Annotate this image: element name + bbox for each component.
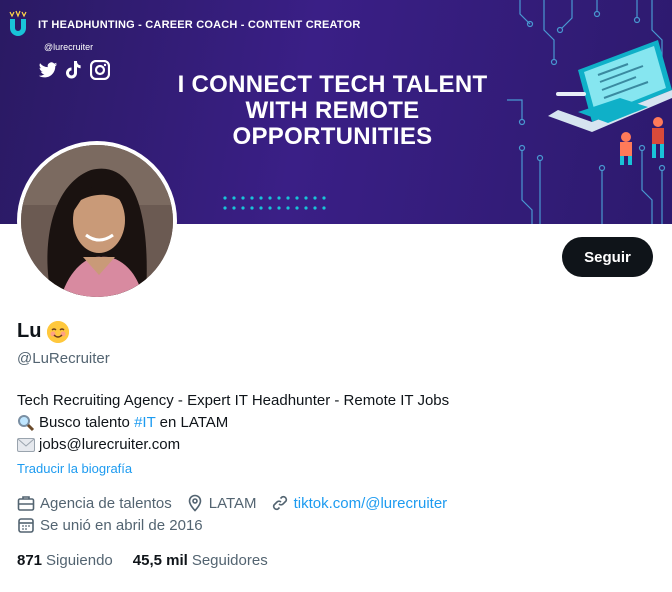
- laptop-illustration: [548, 40, 672, 165]
- meta-location: LATAM: [186, 494, 257, 512]
- envelope-icon: [17, 438, 35, 452]
- bio-email: jobs@lurecruiter.com: [39, 436, 181, 453]
- profile-name: Lu: [17, 320, 70, 343]
- brand-logo-icon: [9, 10, 27, 36]
- bio-text: Tech Recruiting Agency - Expert IT Headh…: [17, 392, 450, 409]
- magnifying-glass-icon: [18, 415, 35, 432]
- instagram-icon: [90, 60, 110, 80]
- avatar-photo: [21, 145, 173, 297]
- tiktok-icon: [64, 60, 84, 80]
- dot-pattern-graphic: [223, 196, 326, 210]
- following-link[interactable]: 871 Siguiendo: [17, 552, 113, 569]
- translate-bio-link[interactable]: Traducir la biografía: [17, 461, 132, 476]
- profile-handle: @LuRecruiter: [17, 350, 110, 367]
- meta-row: Agencia de talentos LATAM tiktok.com/@lu…: [17, 492, 461, 514]
- calendar-icon: [18, 518, 34, 533]
- profile-bio: Tech Recruiting Agency - Expert IT Headh…: [17, 390, 449, 456]
- banner-handle: @lurecruiter: [44, 42, 94, 52]
- banner-tagline: IT HEADHUNTING - CAREER COACH - CONTENT …: [38, 19, 361, 31]
- followers-count: 45,5 mil: [132, 552, 188, 569]
- bio-text: Busco talento: [39, 414, 135, 431]
- meta-joined: Se unió en abril de 2016: [17, 516, 203, 534]
- category-text: Agencia de talentos: [40, 494, 172, 512]
- twitter-icon: [38, 60, 58, 80]
- follow-button[interactable]: Seguir: [562, 237, 653, 277]
- website-link[interactable]: tiktok.com/@lurecruiter: [294, 495, 448, 512]
- bio-line: Tech Recruiting Agency - Expert IT Headh…: [17, 390, 449, 412]
- bio-line: jobs@lurecruiter.com: [17, 434, 449, 456]
- headline-line: I CONNECT TECH TALENT: [177, 71, 488, 98]
- display-name: Lu: [17, 320, 42, 342]
- link-icon: [272, 495, 287, 511]
- banner-socials: [38, 60, 110, 80]
- headline-line: OPPORTUNITIES: [232, 123, 433, 150]
- bio-line: Busco talento #IT en LATAM: [17, 412, 449, 434]
- followers-label: Seguidores: [191, 552, 268, 569]
- meta-row: Se unió en abril de 2016: [17, 514, 461, 536]
- smiling-face-emoji-icon: [47, 320, 70, 343]
- meta-category: Agencia de talentos: [17, 494, 172, 512]
- hashtag-link[interactable]: #IT: [134, 414, 155, 431]
- banner-headline: I CONNECT TECH TALENT WITH REMOTE OPPORT…: [160, 72, 505, 150]
- following-label: Siguiendo: [46, 552, 113, 569]
- profile-stats: 871 Siguiendo 45,5 mil Seguidores: [17, 552, 268, 569]
- meta-website: tiktok.com/@lurecruiter: [271, 494, 448, 512]
- briefcase-icon: [17, 496, 35, 511]
- avatar[interactable]: [17, 141, 177, 301]
- headline-line: WITH REMOTE: [245, 97, 420, 124]
- profile-meta: Agencia de talentos LATAM tiktok.com/@lu…: [17, 492, 461, 536]
- location-pin-icon: [188, 494, 202, 512]
- location-text: LATAM: [208, 494, 257, 512]
- followers-link[interactable]: 45,5 mil Seguidores: [133, 552, 268, 569]
- bio-text: en LATAM: [155, 414, 229, 431]
- following-count: 871: [17, 552, 43, 569]
- joined-text: Se unió en abril de 2016: [40, 516, 203, 534]
